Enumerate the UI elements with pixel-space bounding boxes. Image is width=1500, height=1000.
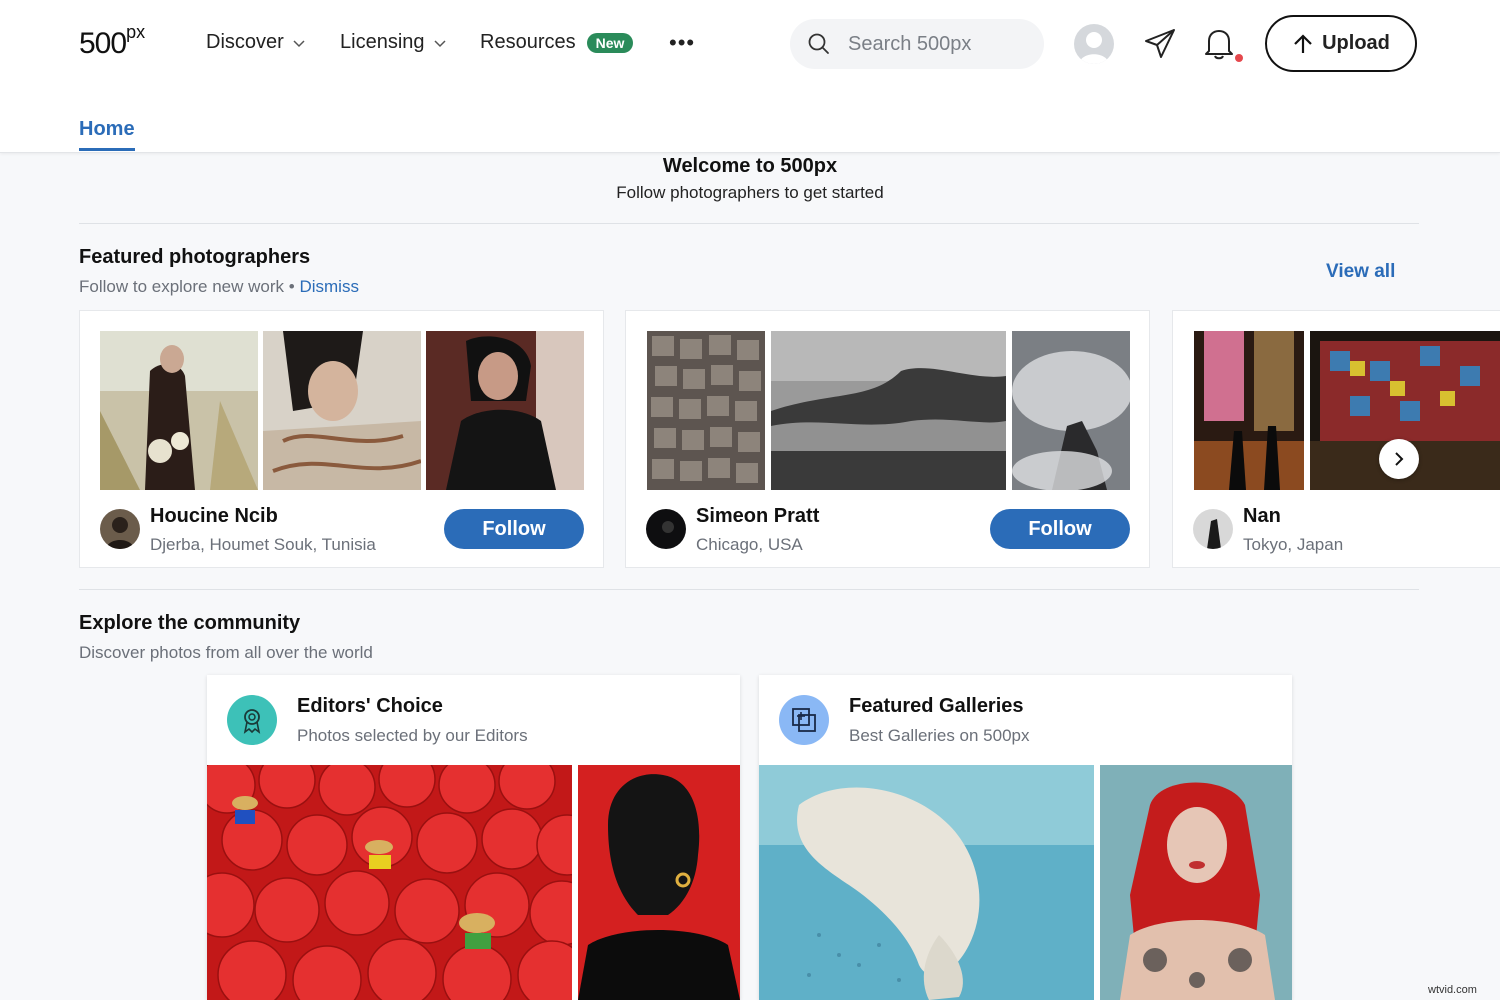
photographer-photo[interactable] <box>1194 331 1304 490</box>
card-subtitle: Best Galleries on 500px <box>849 726 1030 745</box>
logo-superscript: px <box>126 22 146 42</box>
photographer-card[interactable]: Simeon Pratt Chicago, USA Follow <box>625 310 1150 568</box>
explore-community-subtitle: Discover photos from all over the world <box>79 643 373 662</box>
dismiss-link[interactable]: Dismiss <box>299 277 359 296</box>
watermark: wtvid.com <box>1428 984 1477 996</box>
community-photo[interactable] <box>578 765 740 1000</box>
photographer-photo[interactable] <box>1012 331 1130 490</box>
top-navigation-bar: 500px Discover Licensing Resources New •… <box>0 0 1500 153</box>
carousel-next-button[interactable] <box>1379 439 1419 479</box>
card-title: Editors' Choice <box>297 695 443 717</box>
welcome-subtitle: Follow photographers to get started <box>616 183 884 202</box>
community-photo[interactable] <box>207 765 572 1000</box>
award-ribbon-icon <box>227 695 277 745</box>
photographer-location: Tokyo, Japan <box>1243 535 1344 554</box>
notification-dot <box>1235 54 1243 62</box>
notifications-button[interactable] <box>1203 26 1235 65</box>
welcome-banner: Welcome to 500px Follow photographers to… <box>0 155 1500 203</box>
photographer-avatar[interactable] <box>100 509 140 549</box>
upload-label: Upload <box>1322 32 1390 54</box>
nav-licensing-label: Licensing <box>340 31 425 53</box>
photographer-name[interactable]: Simeon Pratt <box>696 505 819 528</box>
photographer-avatar[interactable] <box>646 509 686 549</box>
photographer-card[interactable]: Houcine Ncib Djerba, Houmet Souk, Tunisi… <box>79 310 604 568</box>
featured-galleries-card[interactable]: Featured Galleries Best Galleries on 500… <box>759 675 1292 1000</box>
chevron-down-icon <box>293 39 305 47</box>
upload-button[interactable]: Upload <box>1265 15 1417 72</box>
500px-logo[interactable]: 500px <box>79 22 145 61</box>
separator-dot: • <box>288 277 295 296</box>
card-title: Featured Galleries <box>849 695 1024 717</box>
default-user-icon <box>1079 32 1109 64</box>
welcome-title: Welcome to 500px <box>662 155 838 177</box>
search-bar[interactable] <box>790 19 1044 69</box>
follow-button[interactable]: Follow <box>444 509 584 549</box>
photographer-photo[interactable] <box>647 331 765 490</box>
community-photo[interactable] <box>1100 765 1292 1000</box>
explore-community-title: Explore the community <box>79 612 301 634</box>
view-all-link[interactable]: View all <box>1326 261 1395 283</box>
divider <box>79 589 1419 590</box>
nav-licensing[interactable]: Licensing <box>340 31 447 54</box>
photographer-avatar[interactable] <box>1193 509 1233 549</box>
card-subtitle: Photos selected by our Editors <box>297 726 528 745</box>
nav-discover[interactable]: Discover <box>206 31 306 54</box>
chevron-right-icon <box>1395 452 1404 466</box>
photographer-location: Djerba, Houmet Souk, Tunisia <box>150 535 376 554</box>
tab-home[interactable]: Home <box>79 118 135 151</box>
photographer-name[interactable]: Nan <box>1243 505 1281 528</box>
new-badge: New <box>586 32 634 53</box>
photographer-location: Chicago, USA <box>696 535 803 554</box>
featured-photographers-subtitle: Follow to explore new work • Dismiss <box>79 277 359 297</box>
more-menu-button[interactable]: ••• <box>669 30 695 56</box>
messages-button[interactable] <box>1143 27 1177 66</box>
featured-photographers-title: Featured photographers <box>79 246 311 268</box>
nav-resources[interactable]: Resources New <box>480 31 634 54</box>
bell-icon <box>1205 30 1233 60</box>
community-photo[interactable] <box>759 765 1094 1000</box>
photographer-name[interactable]: Houcine Ncib <box>150 505 278 528</box>
arrow-up-icon <box>1294 33 1312 53</box>
photographer-photo[interactable] <box>263 331 421 490</box>
photographer-photo[interactable] <box>426 331 584 490</box>
editors-choice-card[interactable]: Editors' Choice Photos selected by our E… <box>207 675 740 1000</box>
search-icon <box>808 33 829 54</box>
divider <box>79 223 1419 224</box>
photographer-photo[interactable] <box>771 331 1006 490</box>
featured-subtitle-text: Follow to explore new work <box>79 277 285 296</box>
search-input[interactable] <box>846 31 1030 57</box>
user-avatar[interactable] <box>1074 24 1114 64</box>
chevron-down-icon <box>433 39 446 47</box>
gallery-add-icon <box>779 695 829 745</box>
follow-button[interactable]: Follow <box>990 509 1130 549</box>
photographer-card[interactable]: Nan Tokyo, Japan <box>1172 310 1500 568</box>
paper-plane-icon <box>1145 29 1175 58</box>
logo-text: 500 <box>79 27 127 60</box>
nav-resources-label: Resources <box>480 31 576 53</box>
nav-discover-label: Discover <box>206 31 284 53</box>
photographer-photo[interactable] <box>100 331 258 490</box>
